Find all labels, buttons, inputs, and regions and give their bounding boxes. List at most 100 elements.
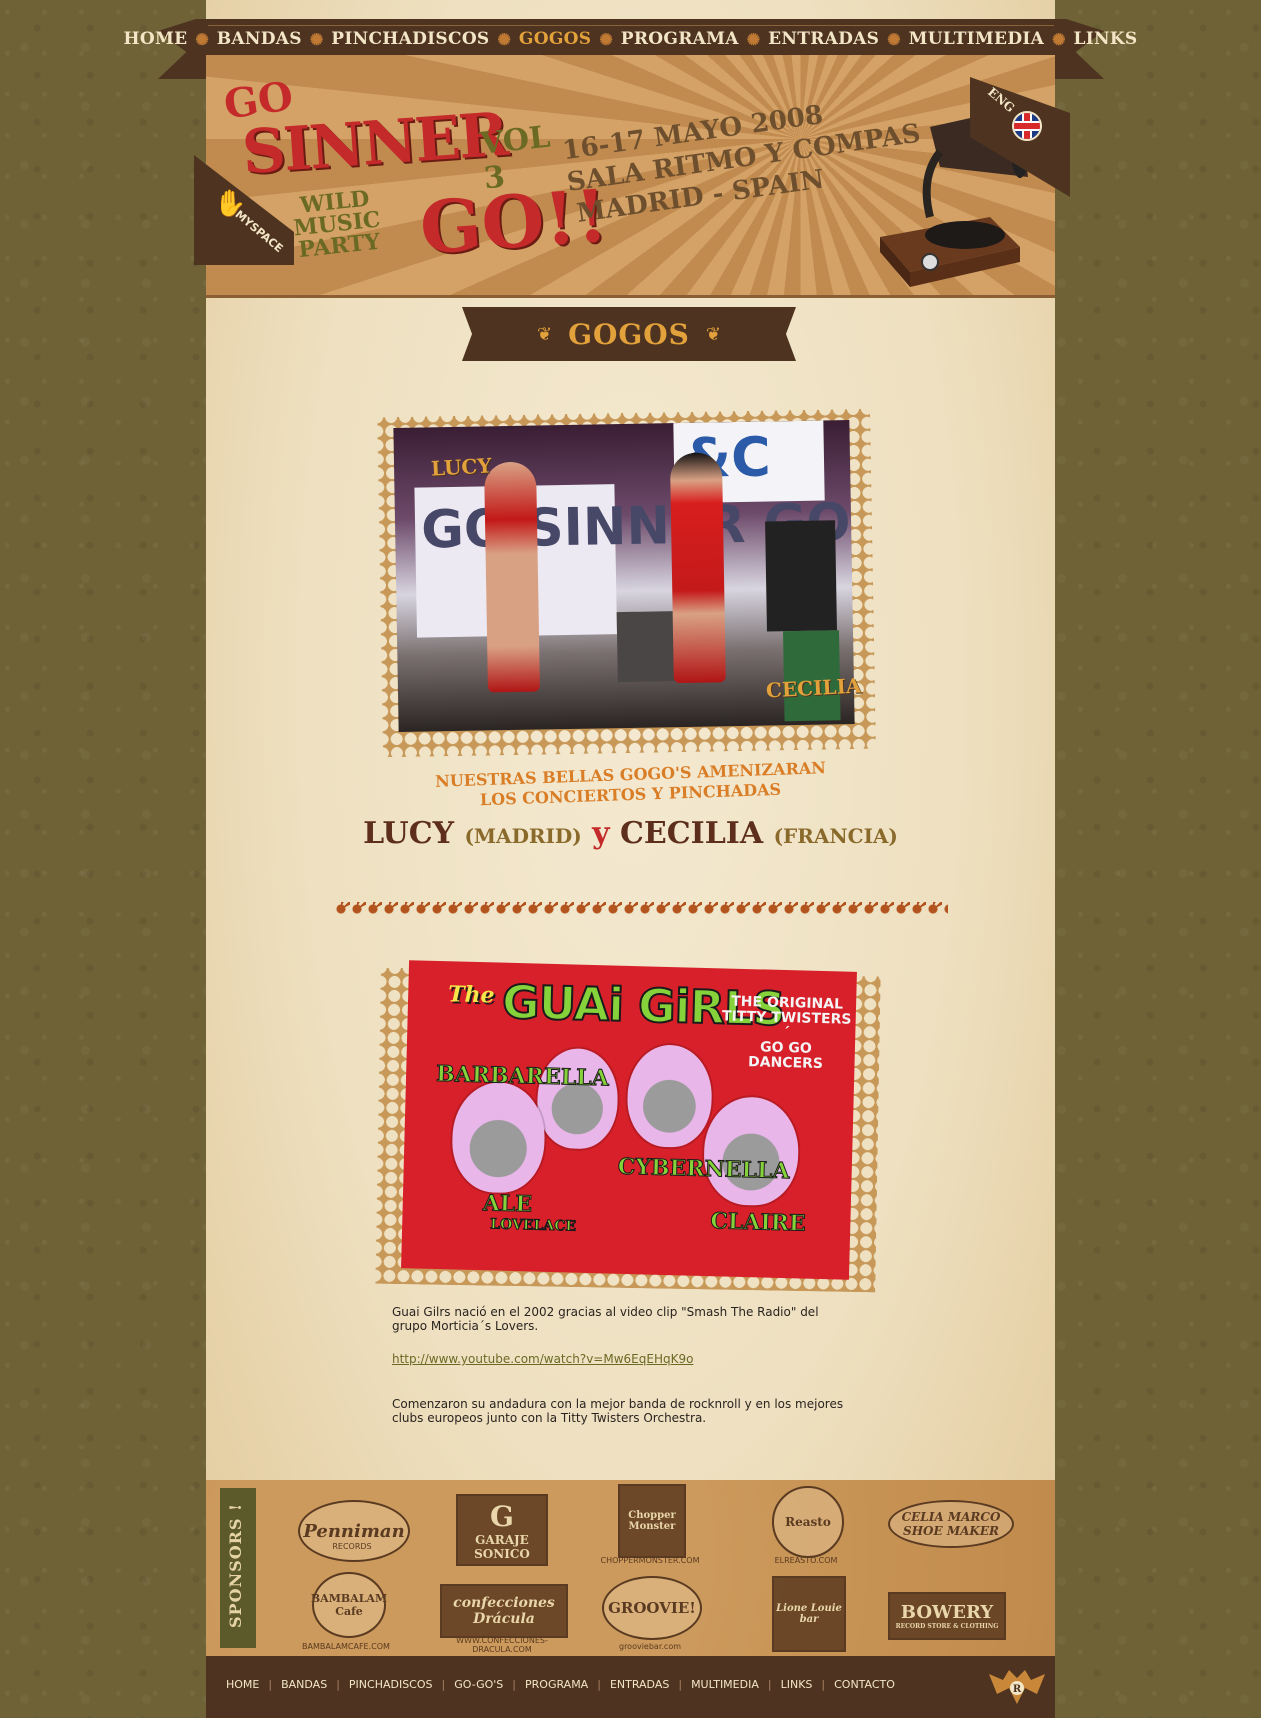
gogo-intro: NUESTRAS BELLAS GOGO'S AMENIZARAN LOS CO… (206, 758, 1055, 809)
nav-gogos[interactable]: GOGOS (519, 29, 591, 49)
nav-separator-icon: ✺ (599, 29, 613, 49)
bat-logo-icon[interactable]: R (989, 1666, 1045, 1706)
ornament-left-icon: ❦ (536, 323, 553, 345)
nav-entradas[interactable]: ENTRADAS (768, 29, 879, 49)
footer-contacto[interactable]: CONTACTO (834, 1678, 895, 1691)
body-paragraph-2: Comenzaron su andadura con la mejor band… (392, 1397, 844, 1425)
nav-pinchadiscos[interactable]: PINCHADISCOS (331, 29, 489, 49)
sponsor-lione-louie[interactable]: Lione Louie bar (772, 1576, 846, 1652)
footer-links[interactable]: LINKS (781, 1678, 813, 1691)
nav-separator-icon: ✺ (746, 29, 761, 49)
sponsor-name: Penniman (303, 1520, 405, 1542)
poster-name-cybernella: CYBERNELLA (617, 1153, 790, 1185)
sponsor-penniman[interactable]: Penniman (298, 1500, 410, 1562)
footer-separator: | (678, 1678, 683, 1691)
sponsor-name: Chopper Monster (628, 1510, 676, 1532)
sponsor-reasto[interactable]: Reasto (772, 1486, 844, 1558)
poster-tagline-3: GO GO DANCERS (747, 1039, 824, 1073)
sponsors-label: SPONSORS ! (226, 1502, 245, 1628)
footer-multimedia[interactable]: MULTIMEDIA (691, 1678, 759, 1691)
sponsor-name: BOWERY (900, 1602, 994, 1623)
footer-separator: | (767, 1678, 772, 1691)
photo-label-cecilia: CECILIA (765, 673, 862, 703)
nav-separator-icon: ✺ (497, 29, 511, 49)
footer-entradas[interactable]: ENTRADAS (610, 1678, 669, 1691)
dancer-head (702, 1095, 800, 1207)
dancer-head (626, 1043, 713, 1149)
sponsor-mark: G (490, 1499, 514, 1533)
poster-the: The (447, 981, 495, 1009)
footer-separator: | (336, 1678, 340, 1691)
nav-separator-icon: ✺ (887, 29, 901, 49)
dancer-lucy (483, 461, 541, 693)
poster-tagline: THE ORIGINAL TITTY TWISTERS´ GO GO DANCE… (720, 994, 852, 1072)
speaker (765, 520, 837, 632)
sponsor-bowery[interactable]: BOWERY RECORD STORE & CLOTHING (888, 1592, 1006, 1640)
nav-links[interactable]: LINKS (1074, 29, 1138, 49)
footer-separator: | (597, 1678, 601, 1691)
sponsor-groovie[interactable]: GROOVIE! (602, 1576, 702, 1640)
footer-bandas[interactable]: BANDAS (281, 1678, 327, 1691)
sponsors-tag: SPONSORS ! (220, 1488, 256, 1648)
footer-gogos[interactable]: GO-GO'S (454, 1678, 503, 1691)
section-title: GOGOS (568, 317, 690, 351)
dancer-cecilia (669, 452, 726, 684)
body-paragraph-1: Guai Gilrs nació en el 2002 gracias al v… (392, 1305, 819, 1333)
sponsor-name: confecciones Drácula (453, 1595, 555, 1627)
guai-girls-poster: The GUAi GiRLS THE ORIGINAL TITTY TWISTE… (401, 960, 857, 1280)
youtube-link[interactable]: http://www.youtube.com/watch?v=Mw6EqEHqK… (392, 1352, 693, 1366)
nav-bandas[interactable]: BANDAS (217, 29, 302, 49)
gogo-name-2: CECILIA (620, 816, 764, 851)
sponsor-caption: grooviebar.com (618, 1642, 682, 1651)
site-header: GO SINNER VOL 3 WILD MUSIC PARTY GO!! 16… (194, 55, 1070, 298)
photo-label-lucy: LUCY (430, 453, 493, 481)
sponsor-name: Lione Louie bar (776, 1603, 842, 1625)
poster-name-ale: ALE (482, 1190, 533, 1218)
footer-separator: | (441, 1678, 446, 1691)
sponsor-caption: WWW.CONFECCIONES-DRACULA.COM (456, 1636, 548, 1654)
sponsor-name: BAMBALAM Cafe (310, 1592, 388, 1618)
nav-separator-icon: ✺ (309, 29, 324, 49)
site-footer: HOME | BANDAS | PINCHADISCOS | GO-GO'S | PRO… (206, 1656, 1055, 1718)
event-info: 16-17 MAYO 2008 SALA RITMO Y COMPAS MADR… (561, 99, 923, 230)
sponsor-name: GROOVIE! (608, 1599, 696, 1617)
sponsor-garaje-sonico[interactable]: G GARAJE SONICO (456, 1494, 548, 1566)
sponsor-bambalam[interactable]: BAMBALAM Cafe (310, 1572, 388, 1638)
footer-programa[interactable]: PROGRAMA (525, 1678, 588, 1691)
dancer-head (451, 1081, 546, 1194)
sponsor-name: GARAJE SONICO (474, 1532, 530, 1561)
nav-home[interactable]: HOME (123, 29, 187, 49)
gogo-place-1: (MADRID) (464, 824, 582, 848)
footer-separator: | (821, 1678, 826, 1691)
sponsors-section: SPONSORS ! Penniman RECORDS G GARAJE SONI… (206, 1480, 1055, 1656)
sponsor-caption: CHOPPERMONSTER.COM (600, 1556, 700, 1565)
footer-nav: HOME | BANDAS | PINCHADISCOS | GO-GO'S | PRO… (226, 1678, 895, 1691)
nav-multimedia[interactable]: MULTIMEDIA (909, 29, 1044, 49)
ornament-right-icon: ❦ (705, 323, 721, 345)
gogo-place-2: (FRANCIA) (773, 824, 898, 848)
poster-name-lovelace: LOVELACE (490, 1216, 577, 1235)
nav-separator-icon: ✺ (1052, 29, 1066, 49)
sponsor-celia-marco[interactable]: CELIA MARCO SHOE MAKER (888, 1500, 1014, 1548)
sponsor-caption: ELREASTO.COM (774, 1556, 838, 1565)
poster-name-claire: CLAIRE (710, 1208, 807, 1237)
svg-text:R: R (1013, 1684, 1022, 1695)
section-title-banner: ❦ GOGOS ❦ (462, 307, 796, 361)
poster-tagline-2: TITTY TWISTERS´ (721, 1008, 852, 1042)
main-nav: HOME ✺ BANDAS ✺ PINCHADISCOS ✺ GOGOS ✺ P… (123, 24, 1137, 54)
sponsor-dracula[interactable]: confecciones Drácula (440, 1584, 568, 1638)
sponsor-caption: RECORD STORE & CLOTHING (895, 1623, 999, 1630)
nav-separator-icon: ✺ (195, 29, 209, 49)
uk-flag-icon[interactable] (1012, 111, 1042, 141)
gogo-name-1: LUCY (363, 816, 454, 851)
nav-programa[interactable]: PROGRAMA (621, 29, 739, 49)
footer-pinchadiscos[interactable]: PINCHADISCOS (349, 1678, 433, 1691)
sponsor-chopper-monster[interactable]: Chopper Monster (618, 1484, 686, 1558)
gogo-names: LUCY (MADRID) y CECILIA (FRANCIA) (206, 816, 1055, 851)
footer-separator: | (268, 1678, 273, 1691)
sponsor-name: CELIA MARCO SHOE MAKER (901, 1510, 1001, 1538)
star-divider (334, 902, 948, 916)
gogo-and: y (592, 816, 610, 851)
footer-home[interactable]: HOME (226, 1678, 259, 1691)
sponsor-name: Reasto (785, 1515, 831, 1529)
